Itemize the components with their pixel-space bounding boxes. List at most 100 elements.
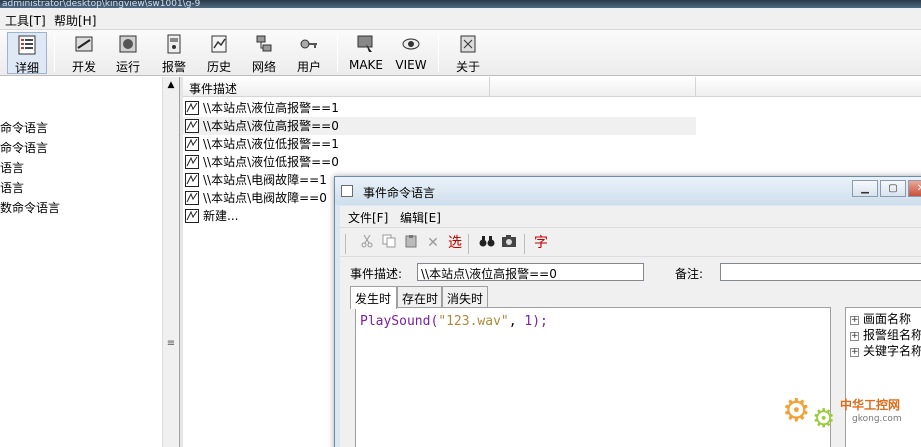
tab-while-exist[interactable]: 存在时 [397,286,442,308]
tree-node-alarm-groups[interactable]: + 报警组名称 [850,326,921,343]
tree-item[interactable]: 语言 [0,179,24,196]
gear-icon: ⚙ [782,391,811,429]
toolbar-details-button[interactable]: 详细 [7,32,47,75]
toolbar-make-button[interactable]: MAKE [346,32,386,74]
tree-node-screen-names[interactable]: + 画面名称 [850,310,911,327]
event-list-header: 事件描述 [183,77,921,97]
paste-button[interactable] [402,234,420,252]
run-icon [119,35,137,53]
camera-button[interactable] [500,234,518,252]
view-icon [402,38,420,50]
toolbar-user-label: 用户 [296,60,321,74]
dialog-title-bar[interactable]: 事件命令语言 ▁ ▢ ✕ [335,177,921,205]
scroll-up-arrow-icon[interactable]: ▲ [163,77,179,93]
toolbar-run-label: 运行 [115,60,140,74]
event-desc-row: 事件描述: \\本站点\液位高报警==0 备注: [340,261,921,285]
toolbar-make-label: MAKE [348,58,383,72]
toolbar-develop-button[interactable]: 开发 [64,32,104,74]
copy-button[interactable] [380,234,398,252]
toolbar-separator [345,234,346,254]
event-row-label: 新建... [203,209,239,223]
dialog-menu-edit[interactable]: 编辑[E] [400,209,441,226]
gear-icon: ⚙ [812,404,836,434]
event-row[interactable]: \\本站点\电阀故障==1 [183,171,327,189]
expand-plus-icon[interactable]: + [850,316,859,325]
menu-bar: 工具[T] 帮助[H] [0,8,921,30]
expand-plus-icon[interactable]: + [850,332,859,341]
event-row-label: \\本站点\电阀故障==0 [203,191,327,205]
watermark-text: 中华工控网 [840,398,901,412]
toolbar-history-button[interactable]: 历史 [199,32,239,74]
toolbar-user-button[interactable]: 用户 [289,32,329,74]
tree-item[interactable]: 数命令语言 [0,199,60,216]
event-row[interactable]: \\本站点\液位低报警==0 [183,153,339,171]
left-tree-scrollbar[interactable]: ▲ ≡ [162,77,179,447]
column-header-2[interactable] [490,77,696,97]
maximize-button[interactable]: ▢ [880,180,906,197]
event-script-icon [185,101,199,115]
tab-on-occur[interactable]: 发生时 [350,286,397,309]
event-desc-input[interactable]: \\本站点\液位高报警==0 [417,263,644,281]
make-icon [357,35,373,52]
event-script-icon [185,119,199,133]
event-script-icon [185,155,199,169]
event-row[interactable]: \\本站点\液位高报警==1 [183,99,339,117]
toolbar-run-button[interactable]: 运行 [108,32,148,74]
binoculars-icon [479,236,495,247]
tree-node-keywords[interactable]: + 关键字名称 [850,342,921,359]
toolbar-network-label: 网络 [251,60,276,74]
close-button[interactable]: ✕ [908,180,921,197]
event-row-selected[interactable]: \\本站点\液位高报警==0 [183,117,696,135]
code-string: "123.wav" [438,314,509,329]
event-row-new[interactable]: 新建... [183,207,238,225]
scroll-grip-icon[interactable]: ≡ [166,339,176,349]
about-icon [460,35,476,53]
close-icon: ✕ [916,183,921,194]
tree-node-label: 画面名称 [863,312,912,326]
event-row-label: \\本站点\液位高报警==1 [203,101,339,115]
history-icon [211,35,227,53]
toolbar-alarm-button[interactable]: 报警 [154,32,194,74]
event-script-icon [185,209,199,223]
toolbar-view-label: VIEW [395,58,427,72]
dialog-menu-file[interactable]: 文件[F] [348,209,388,226]
left-tree-pane: 命令语言 命令语言 语言 语言 数命令语言 [0,77,162,447]
menu-tools[interactable]: 工具[T] [5,12,46,29]
toolbar-separator [438,34,439,72]
tree-item[interactable]: 命令语言 [0,119,48,136]
tree-item[interactable]: 语言 [0,159,24,176]
expand-plus-icon[interactable]: + [850,348,859,357]
event-row[interactable]: \\本站点\电阀故障==0 [183,189,327,207]
script-editor[interactable]: PlaySound("123.wav", 1); [355,307,831,447]
cut-button[interactable] [358,234,376,252]
event-row-label: \\本站点\电阀故障==1 [203,173,327,187]
toolbar-network-button[interactable]: 网络 [244,32,284,74]
maximize-icon: ▢ [888,183,898,194]
delete-button[interactable]: ✕ [424,234,442,252]
toolbar-about-label: 关于 [455,60,480,74]
font-button[interactable]: 字 [532,234,550,252]
find-button[interactable] [478,234,496,252]
column-header-3[interactable] [696,77,921,97]
toolbar-separator [468,234,469,254]
dialog-menu-bar: 文件[F] 编辑[E] [340,206,921,226]
event-script-icon [185,137,199,151]
cut-icon [361,234,373,248]
minimize-icon: ▁ [861,183,869,194]
tab-on-disappear[interactable]: 消失时 [442,286,488,308]
paste-icon [405,235,417,248]
minimize-button[interactable]: ▁ [852,180,878,197]
event-row-label: \\本站点\液位高报警==0 [203,119,339,133]
toolbar-view-button[interactable]: VIEW [391,32,431,74]
develop-icon [75,36,93,52]
event-row[interactable]: \\本站点\液位低报警==1 [183,135,339,153]
window-title-bar: administrator\desktop\kingview\sw1001\g-… [0,0,921,8]
column-header-event-desc[interactable]: 事件描述 [183,77,490,97]
select-button[interactable]: 选 [446,234,464,252]
tree-node-label: 报警组名称 [863,328,921,342]
camera-icon [502,235,516,247]
menu-help[interactable]: 帮助[H] [54,12,96,29]
remark-input[interactable] [720,263,921,281]
tree-item[interactable]: 命令语言 [0,139,48,156]
toolbar-about-button[interactable]: 关于 [448,32,488,74]
